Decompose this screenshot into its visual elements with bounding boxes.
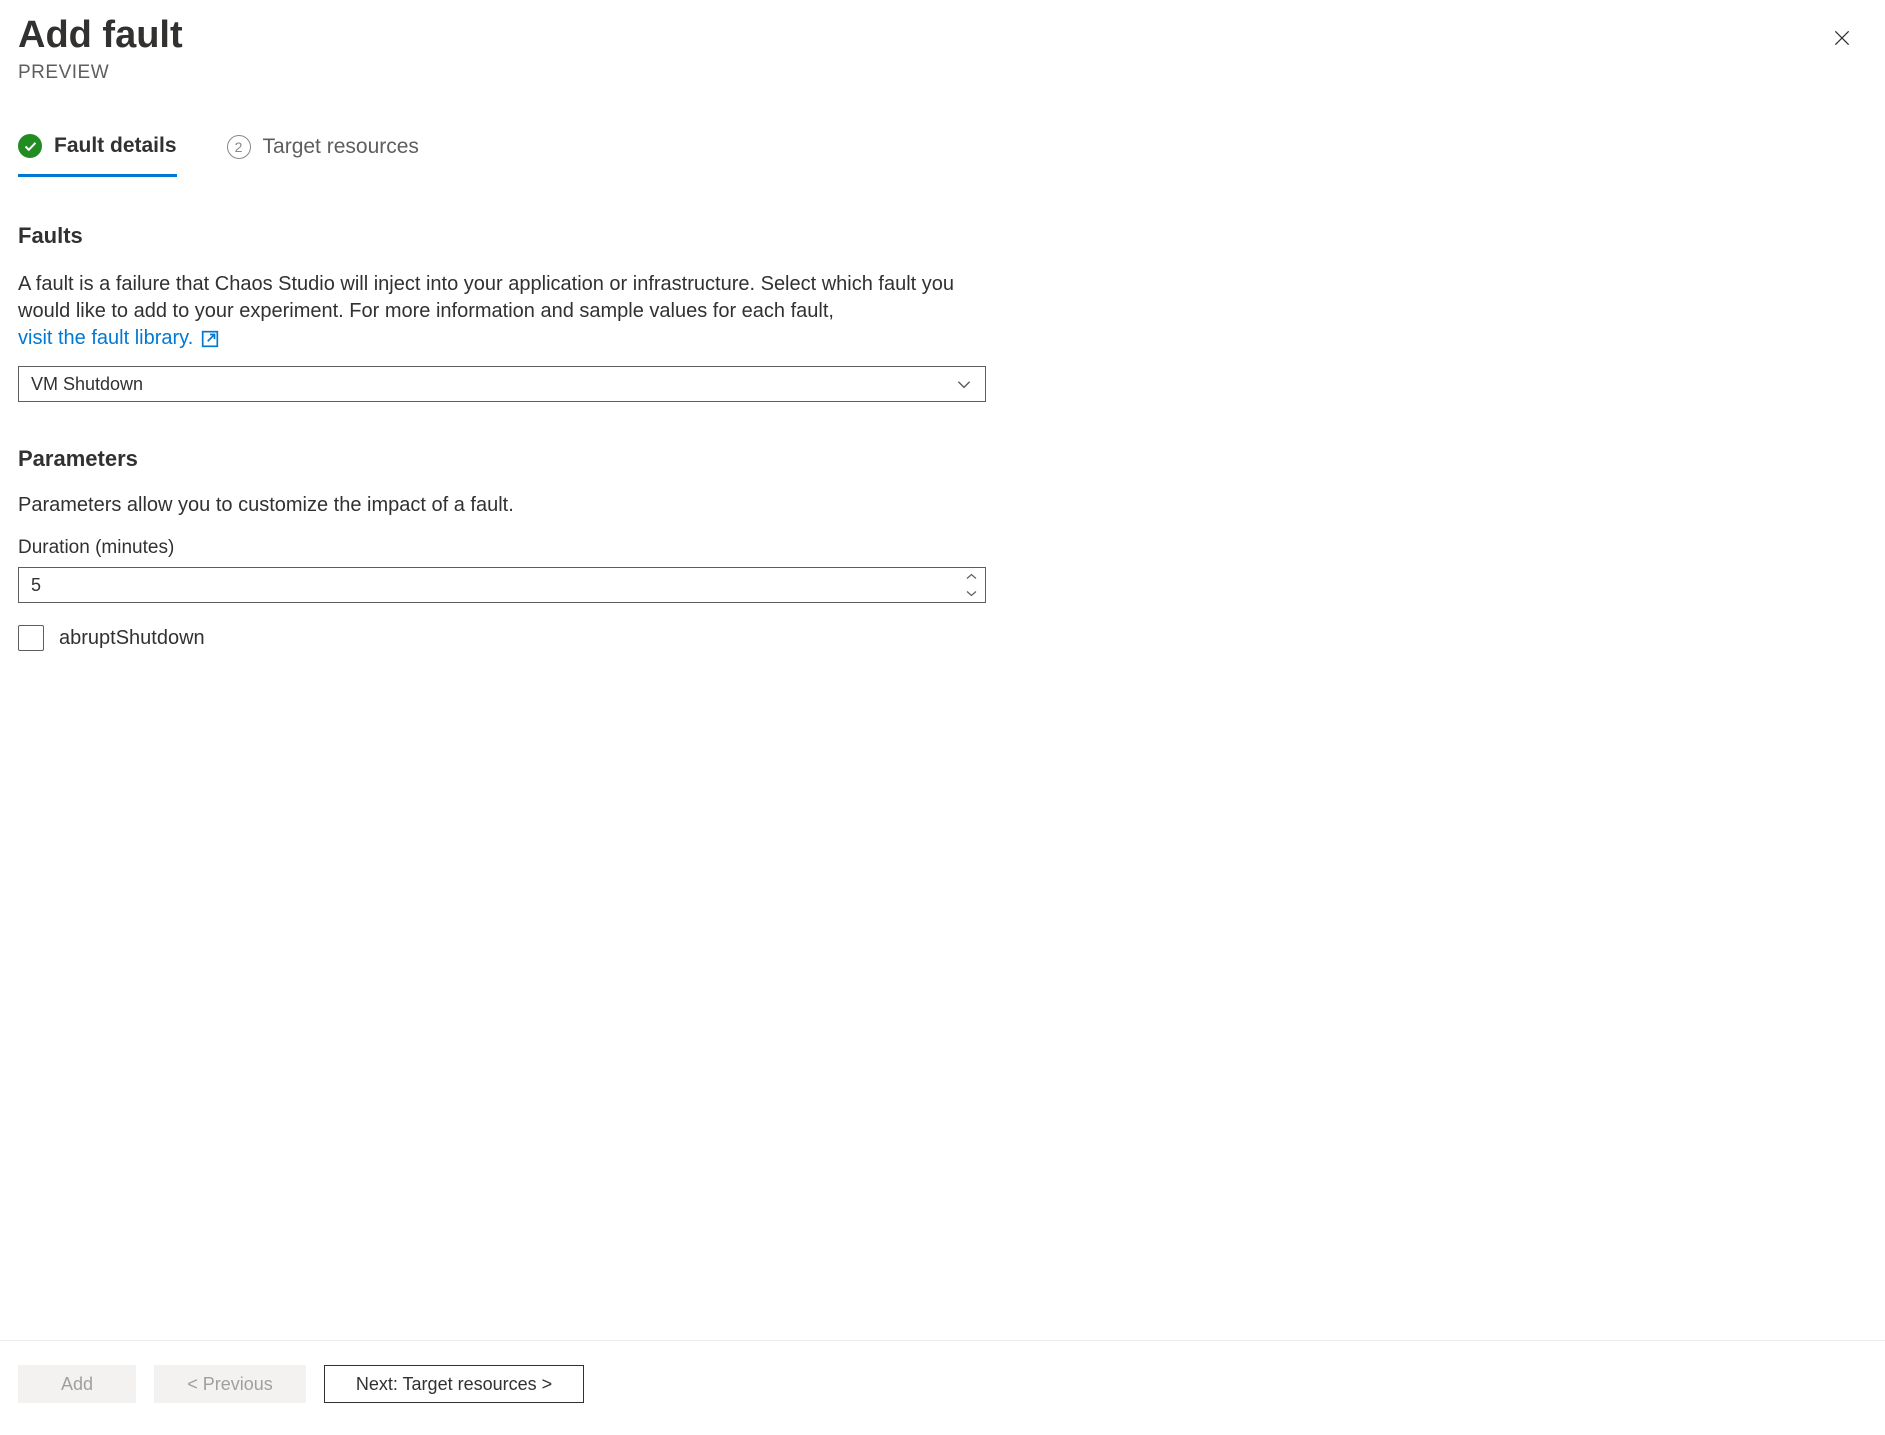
checkbox-box xyxy=(18,625,44,651)
step-fault-details[interactable]: Fault details xyxy=(18,134,177,177)
step-target-resources[interactable]: 2 Target resources xyxy=(227,134,419,176)
abrupt-shutdown-checkbox[interactable]: abruptShutdown xyxy=(18,625,998,651)
page-title: Add fault xyxy=(18,14,183,58)
step-done-icon xyxy=(18,134,42,158)
next-button[interactable]: Next: Target resources > xyxy=(324,1365,584,1403)
open-external-icon xyxy=(201,330,219,348)
close-icon xyxy=(1832,28,1852,48)
duration-value: 5 xyxy=(19,568,957,602)
footer-bar: Add < Previous Next: Target resources > xyxy=(0,1340,1885,1435)
parameters-heading: Parameters xyxy=(18,446,998,472)
add-button: Add xyxy=(18,1365,136,1403)
duration-label: Duration (minutes) xyxy=(18,537,998,559)
fault-library-link[interactable]: visit the fault library. xyxy=(18,325,219,352)
faults-description: A fault is a failure that Chaos Studio w… xyxy=(18,271,998,352)
chevron-up-icon xyxy=(966,573,977,580)
spin-up-button[interactable] xyxy=(958,568,985,585)
fault-select-value: VM Shutdown xyxy=(31,374,143,395)
blade-header: Add fault PREVIEW xyxy=(18,14,1862,84)
step-label: Target resources xyxy=(263,135,419,159)
step-nav: Fault details 2 Target resources xyxy=(18,134,1862,177)
step-number-icon: 2 xyxy=(227,135,251,159)
spin-down-button[interactable] xyxy=(958,585,985,602)
checkbox-label: abruptShutdown xyxy=(59,627,205,650)
step-label: Fault details xyxy=(54,134,177,158)
chevron-down-icon xyxy=(966,590,977,597)
duration-input[interactable]: 5 xyxy=(18,567,986,603)
parameters-description: Parameters allow you to customize the im… xyxy=(18,494,998,517)
page-subtitle: PREVIEW xyxy=(18,62,183,85)
fault-select[interactable]: VM Shutdown xyxy=(18,366,986,402)
close-button[interactable] xyxy=(1822,18,1862,58)
previous-button: < Previous xyxy=(154,1365,306,1403)
faults-heading: Faults xyxy=(18,223,998,249)
chevron-down-icon xyxy=(955,375,973,393)
